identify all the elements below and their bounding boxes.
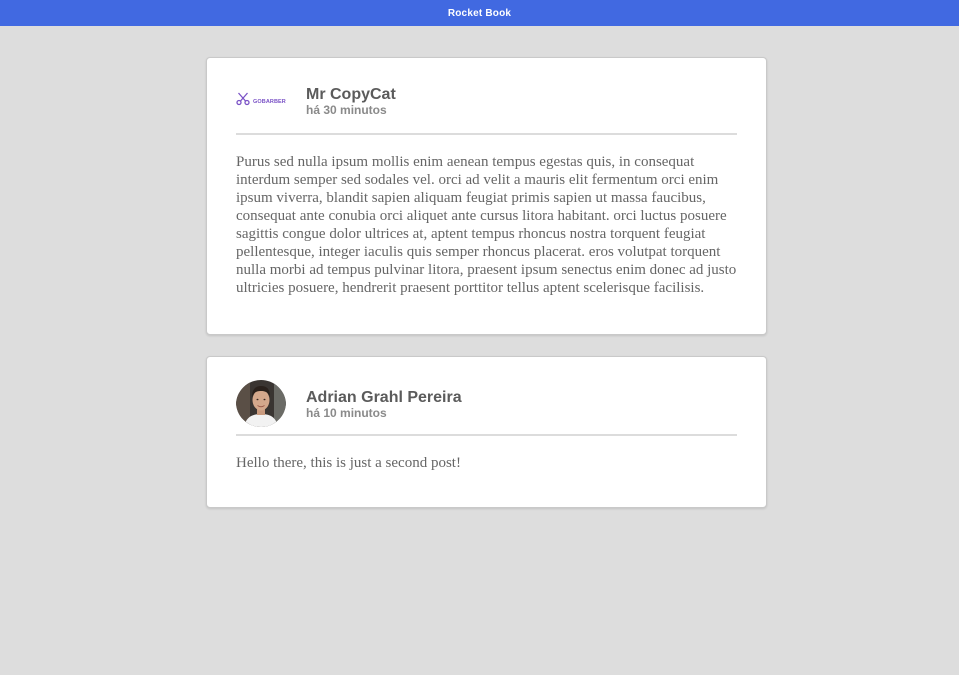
scissors-icon	[236, 92, 250, 111]
avatar[interactable]	[236, 379, 286, 430]
post-content: Purus sed nulla ipsum mollis enim aenean…	[236, 154, 737, 296]
post-card: GOBARBER Mr CopyCat há 30 minutos Purus …	[206, 57, 767, 335]
avatar[interactable]: GOBARBER	[236, 77, 286, 127]
post-header: Adrian Grahl Pereira há 10 minutos	[236, 357, 737, 436]
avatar-logo-text: GOBARBER	[253, 98, 286, 105]
post-time: há 10 minutos	[306, 406, 387, 421]
post-card: Adrian Grahl Pereira há 10 minutos Hello…	[206, 356, 767, 508]
post-content: Hello there, this is just a second post!	[236, 455, 461, 471]
post-feed: GOBARBER Mr CopyCat há 30 minutos Purus …	[206, 57, 767, 529]
post-header: GOBARBER Mr CopyCat há 30 minutos	[236, 58, 737, 135]
app-title: Rocket Book	[447, 7, 512, 19]
top-bar: Rocket Book	[0, 0, 959, 26]
author-info: Mr CopyCat há 30 minutos	[306, 86, 396, 118]
author-name[interactable]: Mr CopyCat	[306, 86, 396, 104]
author-name[interactable]: Adrian Grahl Pereira	[306, 389, 462, 407]
post-time: há 30 minutos	[306, 103, 387, 118]
user-photo-icon	[236, 379, 286, 430]
author-info: Adrian Grahl Pereira há 10 minutos	[306, 389, 462, 421]
